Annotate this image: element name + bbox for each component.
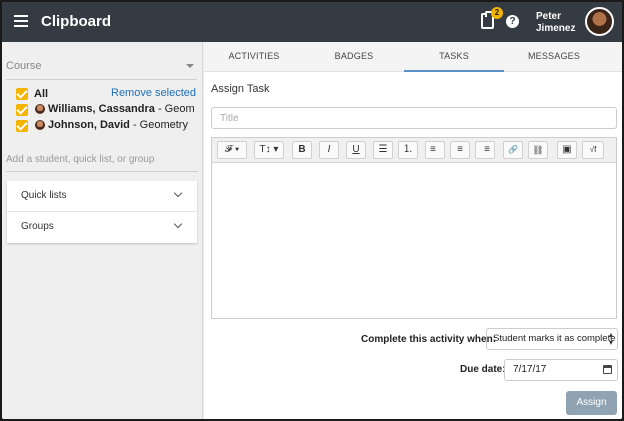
tab-activities[interactable]: ACTIVITIES bbox=[204, 42, 304, 72]
divider bbox=[6, 171, 198, 172]
select-all-label: All bbox=[34, 88, 49, 100]
remove-selected-link[interactable]: Remove selected bbox=[111, 87, 196, 99]
bullet-list-icon[interactable]: ☰ bbox=[373, 141, 393, 159]
add-student-input[interactable]: Add a student, quick list, or group bbox=[6, 154, 198, 171]
app-title: Clipboard bbox=[41, 13, 111, 30]
student-name: Williams, Cassandra bbox=[48, 103, 155, 115]
chevron-down-icon bbox=[173, 188, 183, 198]
user-first-name: Peter bbox=[536, 11, 562, 22]
course-placeholder: Course bbox=[6, 60, 42, 72]
italic-icon[interactable]: I bbox=[319, 141, 339, 159]
user-last-name: Jimenez bbox=[536, 23, 576, 34]
complete-condition-value: Student marks it as complete bbox=[493, 333, 616, 344]
chevron-down-icon bbox=[173, 219, 183, 229]
editor-body[interactable] bbox=[212, 163, 616, 318]
help-icon[interactable]: ? bbox=[506, 15, 519, 28]
underline-icon[interactable]: U bbox=[346, 141, 366, 159]
student-avatar bbox=[35, 120, 45, 130]
student-avatar bbox=[35, 104, 45, 114]
groups-accordion[interactable]: Groups bbox=[7, 212, 197, 243]
task-title-input[interactable] bbox=[211, 107, 617, 129]
caret-down-icon bbox=[186, 64, 194, 68]
top-bar: Clipboard 2 ? Peter Jimenez bbox=[2, 2, 622, 42]
numbered-list-icon[interactable]: ⒈ bbox=[398, 141, 418, 159]
font-family-icon[interactable]: 𝓕 ▾ bbox=[217, 141, 247, 159]
user-name[interactable]: Peter Jimenez bbox=[536, 11, 575, 35]
unlink-icon[interactable]: ⛓ bbox=[528, 141, 548, 159]
formula-icon[interactable]: √f bbox=[582, 141, 604, 159]
align-right-icon[interactable]: ≡ bbox=[475, 141, 495, 159]
align-left-icon[interactable]: ≡ bbox=[425, 141, 445, 159]
student-course: - Geometry bbox=[129, 119, 188, 131]
select-arrows-icon: ▴ ▾ bbox=[608, 330, 613, 347]
student-checkbox[interactable] bbox=[16, 104, 28, 116]
select-all-checkbox[interactable] bbox=[16, 88, 28, 100]
student-name: Johnson, David bbox=[48, 119, 130, 131]
due-date-value: 7/17/17 bbox=[513, 364, 547, 375]
student-checkbox[interactable] bbox=[16, 120, 28, 132]
due-date-input[interactable]: 7/17/17 bbox=[504, 359, 618, 381]
tab-bar: ACTIVITIES BADGES TASKS MESSAGES bbox=[204, 42, 622, 72]
text-size-icon[interactable]: T↕ ▾ bbox=[254, 141, 284, 159]
accordion-label: Quick lists bbox=[21, 190, 67, 201]
rich-text-editor: 𝓕 ▾ T↕ ▾ B I U ☰ ⒈ ≡ ≡ ≡ 🔗 ⛓ ▣ √f bbox=[211, 137, 617, 319]
complete-condition-select[interactable]: Student marks it as complete ▴ ▾ bbox=[486, 328, 618, 350]
bold-icon[interactable]: B bbox=[292, 141, 312, 159]
tab-badges[interactable]: BADGES bbox=[304, 42, 404, 72]
course-select[interactable]: Course bbox=[6, 60, 196, 76]
student-sidebar: Course All Remove selected Williams, Cas… bbox=[2, 42, 203, 419]
tab-messages[interactable]: MESSAGES bbox=[504, 42, 604, 72]
menu-icon[interactable] bbox=[14, 15, 28, 27]
main-panel: ACTIVITIES BADGES TASKS MESSAGES Assign … bbox=[204, 42, 622, 419]
due-date-label: Due date: bbox=[460, 364, 506, 375]
student-item[interactable]: Johnson, David - Geometry bbox=[48, 119, 194, 131]
app-window: Clipboard 2 ? Peter Jimenez Course All R… bbox=[0, 0, 624, 421]
section-title: Assign Task bbox=[211, 83, 270, 95]
quick-lists-accordion[interactable]: Quick lists bbox=[7, 181, 197, 212]
complete-condition-label: Complete this activity when: bbox=[361, 334, 497, 345]
align-center-icon[interactable]: ≡ bbox=[450, 141, 470, 159]
link-icon[interactable]: 🔗 bbox=[503, 141, 523, 159]
student-course: - Geometry bbox=[157, 103, 194, 115]
calendar-icon[interactable] bbox=[603, 365, 612, 374]
editor-toolbar: 𝓕 ▾ T↕ ▾ B I U ☰ ⒈ ≡ ≡ ≡ 🔗 ⛓ ▣ √f bbox=[212, 138, 616, 163]
divider bbox=[6, 79, 197, 80]
notification-badge: 2 bbox=[491, 7, 503, 19]
student-item[interactable]: Williams, Cassandra - Geometry bbox=[48, 103, 194, 115]
tab-tasks[interactable]: TASKS bbox=[404, 42, 504, 72]
accordion-group: Quick lists Groups bbox=[7, 181, 197, 243]
image-icon[interactable]: ▣ bbox=[557, 141, 577, 159]
accordion-label: Groups bbox=[21, 221, 54, 232]
user-avatar[interactable] bbox=[585, 7, 614, 36]
assign-button[interactable]: Assign bbox=[566, 391, 617, 415]
